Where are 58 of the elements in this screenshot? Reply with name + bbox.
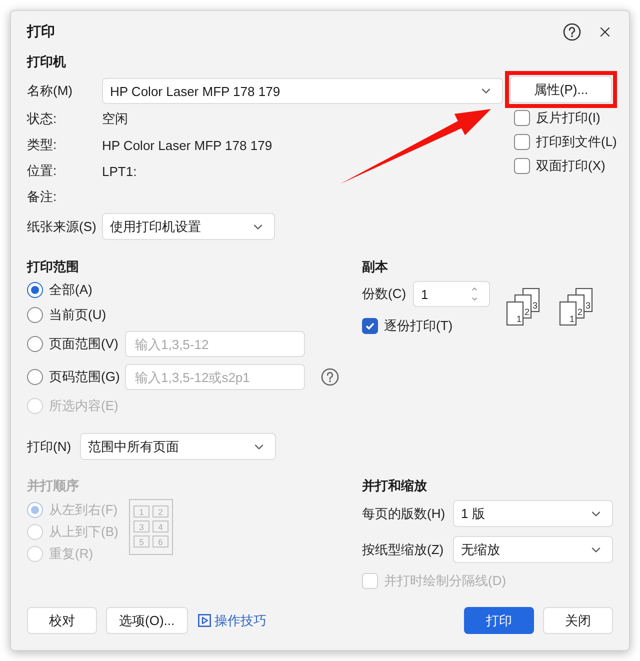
option-label: 并打时绘制分隔线(D) [384, 572, 506, 590]
info-label: 备注: [27, 188, 58, 206]
paper-source-select[interactable]: 使用打印机设置 [102, 213, 275, 240]
help-icon[interactable] [321, 368, 339, 386]
option-label: 逐份打印(T) [384, 317, 453, 335]
option-label: 全部(A) [49, 281, 92, 299]
info-label: 状态: [27, 110, 58, 128]
field-label: 按纸型缩放(Z) [362, 540, 445, 558]
info-label: 类型: [27, 136, 58, 154]
info-value: 空闲 [102, 110, 128, 128]
field-label: 名称(M) [27, 82, 74, 100]
option-label: 反片打印(I) [536, 109, 600, 127]
radio-button[interactable] [27, 336, 43, 352]
option-label: 从左到右(F) [49, 501, 118, 519]
info-value: HP Color Laser MFP 178 179 [102, 138, 272, 152]
section-heading: 副本 [362, 258, 388, 276]
option-label: 重复(R) [49, 545, 94, 563]
option-label: 所选内容(E) [49, 397, 118, 415]
page-range-input[interactable]: 输入1,3,5-12或s2p1 [125, 364, 305, 390]
page-range-input[interactable]: 输入1,3,5-12 [125, 331, 305, 357]
print-button[interactable]: 打印 [464, 607, 534, 634]
checkbox[interactable] [514, 134, 530, 150]
page-order-icon: 1 2 3 4 5 6 [129, 499, 174, 555]
play-icon [198, 614, 211, 627]
field-label: 每页的版数(H) [362, 504, 446, 522]
option-label: 打印到文件(L) [536, 133, 617, 151]
info-value: LPT1: [102, 164, 137, 178]
checkbox[interactable] [514, 158, 530, 174]
radio-button[interactable] [27, 369, 43, 385]
section-heading: 并打和缩放 [362, 477, 427, 495]
option-label: 当前页(U) [49, 306, 106, 324]
scaling-select[interactable]: 1 版 [453, 500, 613, 527]
section-heading: 并打顺序 [27, 477, 79, 495]
option-label: 页面范围(V) [49, 335, 118, 353]
option-label: 页码范围(G) [49, 368, 120, 386]
section-heading: 打印范围 [27, 258, 79, 276]
copies-spin-field[interactable]: 1 [413, 281, 490, 307]
option-label: 从上到下(B) [49, 523, 118, 541]
tips-link[interactable]: 操作技巧 [198, 612, 267, 630]
help-icon[interactable] [563, 23, 581, 41]
field-label: 打印(N) [27, 438, 72, 456]
print-pages-select[interactable]: 范围中所有页面 [80, 433, 276, 460]
section-heading: 打印机 [27, 53, 66, 71]
scaling-select[interactable]: 无缩放 [453, 536, 613, 563]
field-label: 纸张来源(S) [27, 218, 98, 236]
checkbox[interactable] [514, 110, 530, 126]
properties-button[interactable]: 属性(P)... [510, 76, 612, 103]
checkbox[interactable] [362, 318, 378, 334]
option-label: 双面打印(X) [536, 157, 606, 175]
printer-select[interactable]: HP Color Laser MFP 178 179 [102, 78, 503, 104]
dialog-button[interactable]: 关闭 [543, 607, 613, 634]
dialog-title: 打印 [27, 23, 55, 41]
dialog-button[interactable]: 校对 [27, 607, 97, 634]
field-label: 份数(C) [362, 285, 408, 303]
dialog-button[interactable]: 选项(O)... [106, 607, 188, 634]
radio-button[interactable] [27, 307, 43, 323]
radio-button[interactable] [27, 282, 43, 298]
info-label: 位置: [27, 162, 58, 180]
